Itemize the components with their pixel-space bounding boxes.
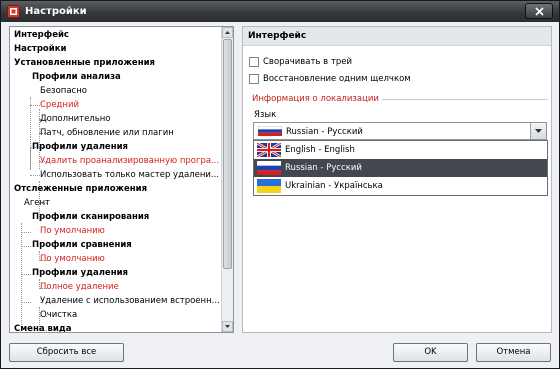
tree-item[interactable]: Безопасно xyxy=(40,85,87,97)
tree-item[interactable]: Настройки xyxy=(14,43,66,55)
panel-header: Интерфейс xyxy=(243,27,551,46)
window-title: Настройки xyxy=(25,6,87,17)
close-icon xyxy=(535,7,544,16)
tree-item[interactable]: Средний xyxy=(40,99,79,111)
scroll-thumb[interactable] xyxy=(223,39,232,269)
chevron-down-icon xyxy=(225,325,230,328)
tree-item[interactable]: Удалить проанализированную програ... xyxy=(40,155,219,167)
tree-item[interactable]: Профили удаления xyxy=(32,141,128,153)
language-option-english[interactable]: English - English xyxy=(254,141,547,159)
title-bar: Настройки xyxy=(1,1,559,22)
language-label: Язык xyxy=(254,110,277,120)
restore-checkbox[interactable] xyxy=(249,74,259,84)
settings-window: Настройки Интерфейс Настройки Установлен… xyxy=(0,0,560,369)
tree-item[interactable]: Отслеженные приложения xyxy=(14,183,147,195)
restore-checkbox-label[interactable]: Восстановление одним щелчком xyxy=(263,74,411,84)
tree-item[interactable]: По умолчанию xyxy=(40,253,105,265)
language-select[interactable]: Russian - Русский xyxy=(253,122,547,140)
ukraine-flag-icon xyxy=(257,179,281,193)
panel-title: Интерфейс xyxy=(248,31,307,41)
russia-flag-icon xyxy=(257,161,281,175)
tree-item[interactable]: Интерфейс xyxy=(14,29,69,41)
language-option-label: English - English xyxy=(285,145,355,155)
tree-item[interactable]: Использовать только мастер удалени... xyxy=(40,169,219,181)
chevron-down-icon xyxy=(535,129,542,133)
tree-item[interactable]: Дополнительно xyxy=(40,113,111,125)
tree-item[interactable]: Патч, обновление или плагин xyxy=(40,127,174,139)
language-dropdown-list: English - English Russian - Русский Ukra… xyxy=(253,140,548,196)
tree-scrollbar[interactable] xyxy=(221,27,233,332)
settings-panel: Интерфейс Сворачивать в трей Восстановле… xyxy=(242,26,552,333)
tree-item[interactable]: Профили сканирования xyxy=(32,211,149,223)
ok-button[interactable]: OK xyxy=(393,343,468,362)
settings-app-icon xyxy=(7,5,20,18)
tree-item[interactable]: Полное удаление xyxy=(40,281,119,293)
close-button[interactable] xyxy=(525,3,553,19)
tree-item[interactable]: Удаление с использованием встроенн... xyxy=(40,295,220,307)
tree-item[interactable]: Очистка xyxy=(40,309,77,321)
chevron-up-icon xyxy=(225,31,230,34)
russia-flag-icon xyxy=(258,126,282,136)
language-option-russian[interactable]: Russian - Русский xyxy=(254,159,547,177)
settings-tree[interactable]: Интерфейс Настройки Установленные приложен… xyxy=(9,26,234,333)
language-option-label: Ukrainian - Українська xyxy=(285,181,383,191)
tree-item[interactable]: Профили анализа xyxy=(32,71,121,83)
tree-item[interactable]: Профили удаления xyxy=(32,267,128,279)
cancel-button[interactable]: Отмена xyxy=(476,343,551,362)
tree-item[interactable]: Профили сравнения xyxy=(32,239,132,251)
language-dropdown-button[interactable] xyxy=(530,123,546,139)
reset-all-button[interactable]: Сбросить все xyxy=(9,343,124,362)
localization-group-title: Информация о локализации xyxy=(252,94,382,104)
tree-item[interactable]: Смена вида xyxy=(14,323,71,332)
tree-item[interactable]: По умолчанию xyxy=(40,225,105,237)
scroll-up-button[interactable] xyxy=(222,27,233,38)
language-select-value: Russian - Русский xyxy=(286,127,363,137)
tree-item[interactable]: Установленные приложения xyxy=(14,57,155,69)
language-option-label: Russian - Русский xyxy=(285,163,362,173)
tray-checkbox[interactable] xyxy=(249,57,259,67)
scroll-down-button[interactable] xyxy=(222,321,233,332)
language-option-ukrainian[interactable]: Ukrainian - Українська xyxy=(254,177,547,195)
uk-flag-icon xyxy=(257,143,281,157)
tray-checkbox-label[interactable]: Сворачивать в трей xyxy=(263,57,352,67)
tree-item[interactable]: Агент xyxy=(24,197,50,209)
